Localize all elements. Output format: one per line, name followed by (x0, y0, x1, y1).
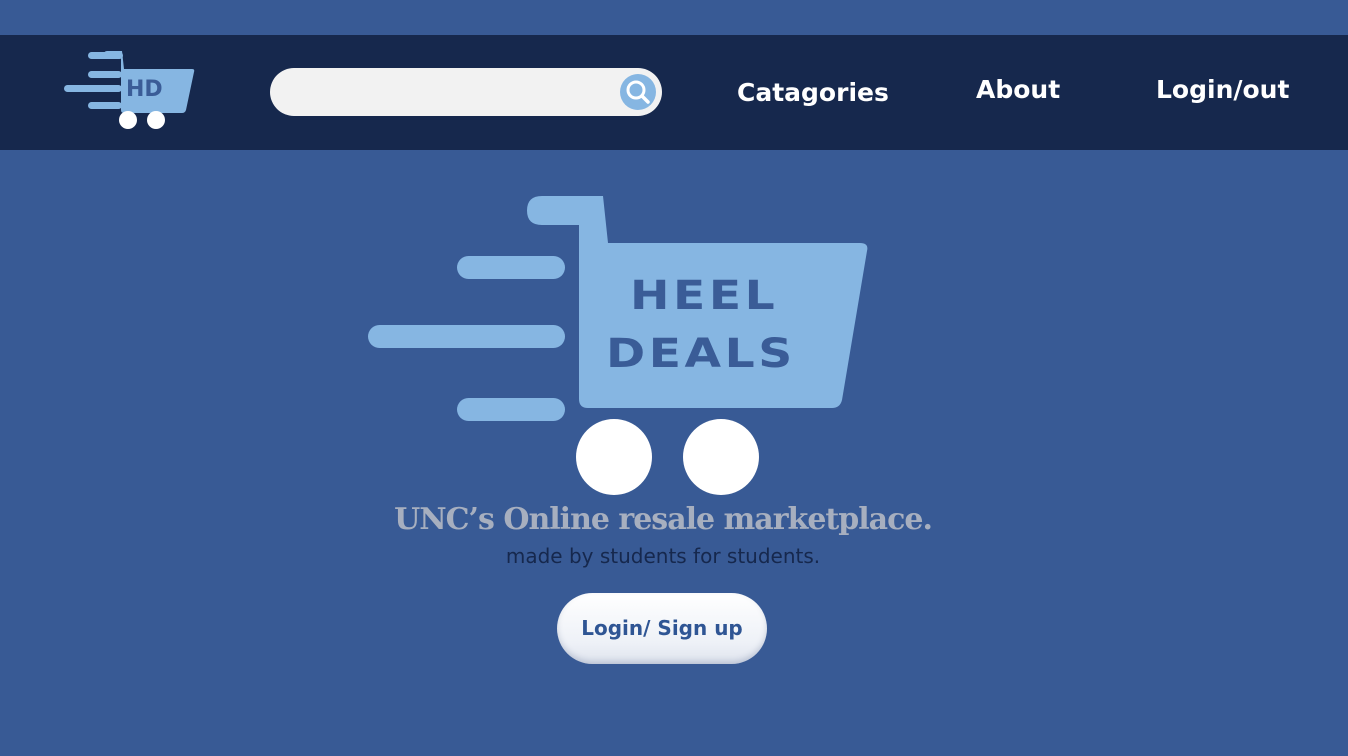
nav-link-login-out[interactable]: Login/out (1156, 73, 1289, 107)
search-icon (626, 80, 650, 104)
search-bar (270, 68, 662, 118)
shopping-cart-logo-icon: HD (64, 51, 195, 129)
logo-text-heel: HEEL (630, 273, 779, 319)
tagline: UNC’s Online resale marketplace. (394, 502, 933, 537)
nav-link-categories[interactable]: Catagories (737, 76, 889, 110)
logo-text-deals: DEALS (606, 331, 796, 377)
nav-link-about[interactable]: About (976, 73, 1060, 107)
nav-logo[interactable]: HD (62, 49, 198, 131)
navbar: HD Catagories About Login/out (0, 35, 1348, 150)
top-strip (0, 0, 1348, 35)
svg-text:HD: HD (126, 77, 163, 102)
hero-logo: HEEL DEALS (366, 194, 870, 496)
search-button[interactable] (620, 74, 656, 110)
login-signup-button[interactable]: Login/ Sign up (557, 593, 767, 664)
search-input[interactable] (290, 68, 614, 118)
subtagline: made by students for students. (505, 544, 821, 568)
